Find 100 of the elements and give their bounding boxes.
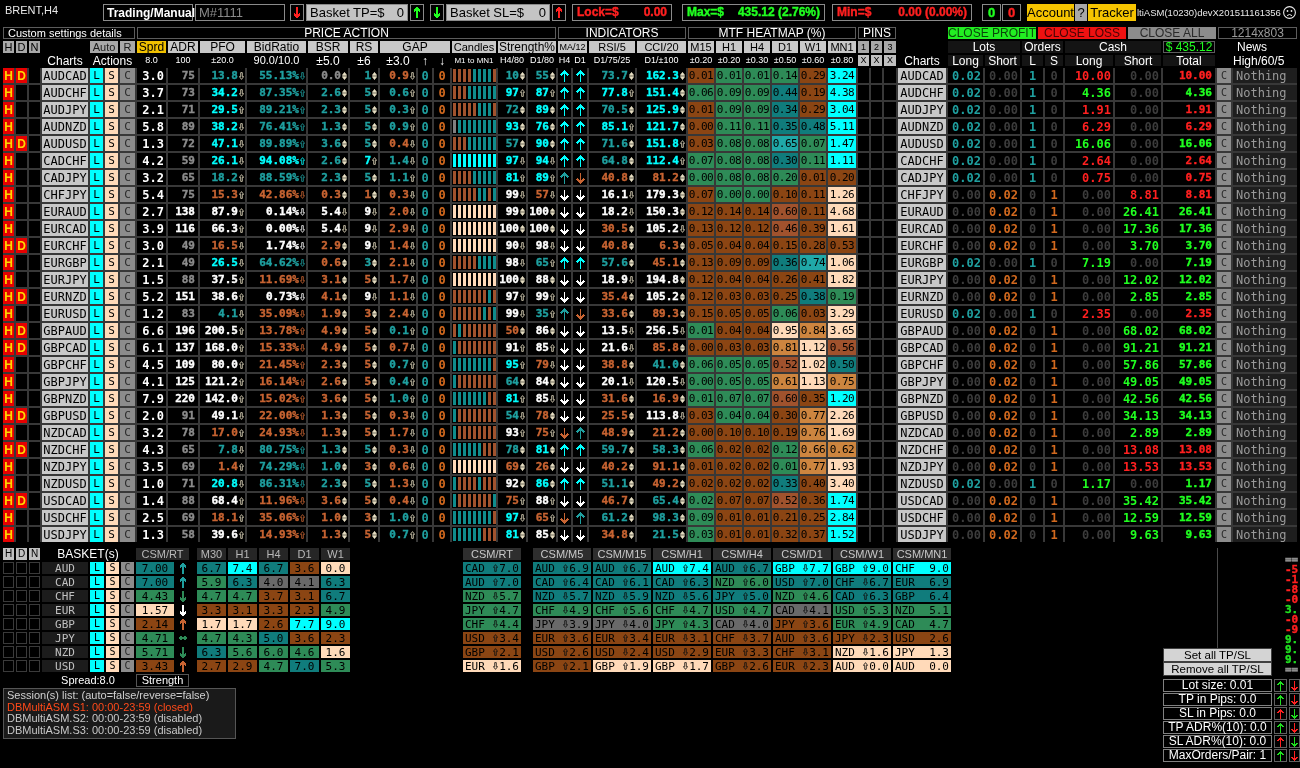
pin-slot[interactable] — [871, 374, 882, 389]
pin-slot[interactable] — [871, 425, 882, 440]
short-button[interactable]: S — [105, 289, 118, 304]
close-button[interactable]: C — [120, 357, 135, 372]
chart-button[interactable]: USDCHF — [42, 510, 88, 525]
pin-slot[interactable] — [871, 442, 882, 457]
close-button[interactable]: C — [121, 576, 134, 588]
chart-button[interactable]: GBPCHF — [42, 357, 88, 372]
pin-slot[interactable] — [871, 476, 882, 491]
chart-button[interactable]: NZDCAD — [42, 425, 88, 440]
pin-slot[interactable] — [858, 153, 869, 168]
column-header[interactable]: MA/12 — [558, 41, 587, 53]
close-button[interactable]: C — [121, 562, 134, 574]
long-button[interactable]: L — [90, 646, 104, 658]
short-button[interactable]: S — [105, 221, 118, 236]
long-button[interactable]: L — [90, 153, 103, 168]
pin-slot[interactable] — [858, 221, 869, 236]
chart-button[interactable]: GBPUSD — [898, 408, 946, 423]
close-button[interactable]: C — [1217, 204, 1231, 219]
tool-button[interactable]: ? — [1075, 4, 1087, 21]
clear-pin-button[interactable]: X — [884, 55, 896, 66]
short-button[interactable]: S — [105, 272, 118, 287]
pin-slot[interactable] — [884, 204, 896, 219]
long-button[interactable]: L — [90, 289, 103, 304]
close-button[interactable]: C — [1217, 323, 1231, 338]
close-button[interactable]: C — [1217, 119, 1231, 134]
short-button[interactable]: S — [105, 510, 118, 525]
short-button[interactable]: S — [106, 604, 119, 616]
short-button[interactable]: S — [106, 632, 119, 644]
column-header[interactable]: W1 — [800, 41, 826, 53]
close-button[interactable]: C — [120, 204, 135, 219]
chart-button[interactable]: EURGBP — [898, 255, 946, 270]
pin-slot[interactable] — [884, 238, 896, 253]
column-header[interactable]: R — [120, 41, 135, 53]
chart-button[interactable]: AUDCHF — [42, 85, 88, 100]
pin-slot[interactable] — [884, 85, 896, 100]
close-button[interactable]: C — [120, 425, 135, 440]
pin-slot[interactable] — [884, 408, 896, 423]
pin-slot[interactable] — [858, 357, 869, 372]
close-button[interactable]: C — [120, 85, 135, 100]
pin-slot[interactable] — [871, 119, 882, 134]
close-button[interactable]: C — [1217, 221, 1231, 236]
short-button[interactable]: S — [105, 374, 118, 389]
long-button[interactable]: L — [90, 323, 103, 338]
close-button[interactable]: C — [120, 374, 135, 389]
long-button[interactable]: L — [90, 255, 103, 270]
short-button[interactable]: S — [105, 527, 118, 542]
pin-slot[interactable] — [858, 136, 869, 151]
close-button[interactable]: C — [120, 442, 135, 457]
chart-button[interactable]: EURGBP — [42, 255, 88, 270]
chart-button[interactable]: CADJPY — [898, 170, 946, 185]
close-button[interactable]: C — [120, 476, 135, 491]
chart-button[interactable]: EURCHF — [898, 238, 946, 253]
short-button[interactable]: S — [105, 357, 118, 372]
close-button[interactable]: C — [120, 153, 135, 168]
close-button[interactable]: C — [1217, 102, 1231, 117]
column-header[interactable]: GAP — [380, 41, 450, 53]
close-button[interactable]: C — [120, 221, 135, 236]
pin-slot[interactable] — [858, 102, 869, 117]
close-button[interactable]: C — [1217, 306, 1231, 321]
long-button[interactable]: L — [90, 136, 103, 151]
tool-button[interactable]: Account — [1027, 4, 1074, 21]
long-button[interactable]: L — [90, 618, 104, 630]
chart-button[interactable]: EURUSD — [42, 306, 88, 321]
pin-slot[interactable] — [858, 306, 869, 321]
close-button[interactable]: C — [120, 459, 135, 474]
long-button[interactable]: L — [90, 238, 103, 253]
basket-sl-field[interactable]: Basket SL=$ 0 — [446, 4, 550, 21]
pin-slot[interactable] — [858, 204, 869, 219]
remove-all-button[interactable]: Remove all TP/SL — [1163, 662, 1272, 676]
pin-slot[interactable] — [871, 85, 882, 100]
close-button[interactable]: C — [1217, 272, 1231, 287]
close-button[interactable]: C — [1217, 136, 1231, 151]
chart-button[interactable]: NZDCAD — [898, 425, 946, 440]
tool-button[interactable]: Tracker — [1088, 4, 1136, 21]
pin-slot[interactable] — [858, 323, 869, 338]
pin-slot[interactable] — [858, 170, 869, 185]
column-header[interactable]: H1 — [716, 41, 742, 53]
pin-slot[interactable] — [884, 306, 896, 321]
column-header[interactable]: N — [29, 41, 40, 53]
column-header[interactable]: MN1 — [828, 41, 856, 53]
chart-button[interactable]: CADCHF — [42, 153, 88, 168]
short-button[interactable]: S — [105, 68, 118, 83]
short-button[interactable]: S — [105, 187, 118, 202]
close-button[interactable]: C — [1217, 408, 1231, 423]
close-button[interactable]: C — [1217, 510, 1231, 525]
pin-slot[interactable] — [871, 357, 882, 372]
chart-button[interactable]: GBPAUD — [42, 323, 88, 338]
pin-slot[interactable] — [871, 510, 882, 525]
pin-slot[interactable] — [871, 68, 882, 83]
short-button[interactable]: S — [105, 204, 118, 219]
pin-slot[interactable] — [858, 391, 869, 406]
pin-slot[interactable] — [871, 527, 882, 542]
short-button[interactable]: S — [105, 306, 118, 321]
column-header[interactable]: BSR — [308, 41, 348, 53]
close-button[interactable]: C — [121, 618, 134, 630]
chart-button[interactable]: CADJPY — [42, 170, 88, 185]
close-button[interactable]: C — [1217, 459, 1231, 474]
close-button[interactable]: C — [120, 187, 135, 202]
chart-button[interactable]: USDCAD — [42, 493, 88, 508]
